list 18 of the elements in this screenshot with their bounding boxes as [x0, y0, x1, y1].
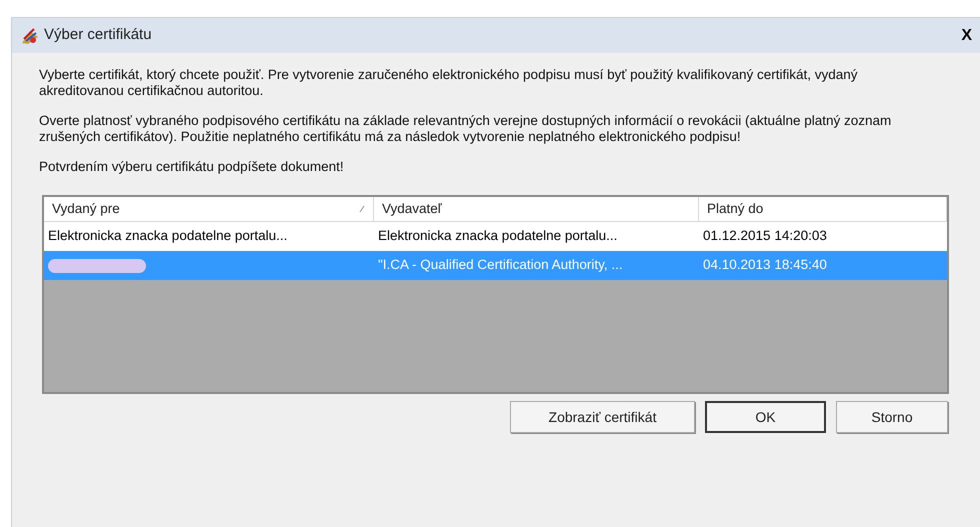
- instruction-text: Overte platnosť vybraného podpisového certifikátu na základe relevantných verejne dostupných informácií o revokácii (aktuálne platný zoznam zrušených certifikátov). Použitie neplatného certifikátu má za následok vytvorenie neplatného elektronického podpisu!: [39, 113, 892, 145]
- dialog-button[interactable]: OK: [705, 401, 826, 433]
- column-header[interactable]: Platný do: [699, 197, 947, 221]
- window-title: Výber certifikátu: [44, 25, 152, 46]
- instruction-text: Vyberte certifikát, ktorý chcete použiť. Pre vytvorenie zaručeného elektronického podpisu musí byť použitý kvalifikovaný certifikát, vydaný akreditovanou certifikačnou autoritou.: [39, 67, 859, 99]
- table-row[interactable]: Elektronicka znacka podatelne portalu... Elektronicka znacka podatelne portalu... 01.12.2015 14:20:03: [44, 222, 947, 251]
- table-cell-text: 04.10.2013 18:45:40: [703, 256, 827, 274]
- certificate-icon: [20, 26, 40, 44]
- close-button[interactable]: X: [957, 24, 976, 48]
- table-cell-text: Elektronicka znacka podatelne portalu...: [48, 227, 288, 246]
- table-cell-text: Elektronicka znacka podatelne portalu...: [378, 227, 618, 246]
- dialog-button[interactable]: Storno: [836, 401, 948, 433]
- column-header[interactable]: Vydavateľ: [374, 197, 699, 221]
- column-header[interactable]: Vydaný pre: [44, 197, 374, 221]
- instruction-text: Potvrdením výberu certifikátu podpíšete dokument!: [39, 159, 345, 175]
- table-cell-text: 01.12.2015 14:20:03: [703, 227, 827, 246]
- table-cell-text: "I.CA - Qualified Certification Authority, ...: [378, 256, 623, 274]
- dialog-button[interactable]: Zobraziť certifikát: [510, 401, 695, 433]
